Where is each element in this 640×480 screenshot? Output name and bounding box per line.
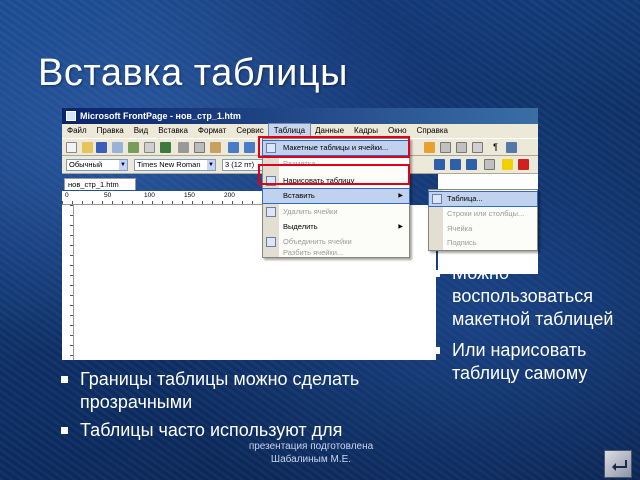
- horizontal-ruler: 0 50 100 150 200: [62, 191, 282, 205]
- menu-format[interactable]: Формат: [193, 124, 231, 138]
- ruler-tick: 50: [104, 192, 112, 199]
- return-button[interactable]: [604, 450, 632, 478]
- submenu-item-cell[interactable]: Ячейка: [429, 222, 537, 236]
- ruler-tick: 0: [65, 192, 69, 199]
- font-color-icon[interactable]: [518, 159, 529, 170]
- menu-item-select[interactable]: Выделить ▶: [263, 220, 409, 234]
- style-combo[interactable]: Обычный ▼: [66, 159, 128, 171]
- size-combo-value: 3 (12 пт): [225, 160, 255, 169]
- spelling-icon[interactable]: [160, 142, 171, 153]
- return-arrow-icon: [612, 460, 627, 471]
- undo-icon[interactable]: [228, 142, 239, 153]
- document-tab[interactable]: нов_стр_1.htm: [64, 178, 136, 190]
- insert-submenu: Таблица... Строки или столбцы... Ячейка …: [428, 189, 538, 251]
- bullets-left: Границы таблицы можно сделать прозрачным…: [60, 368, 380, 447]
- submenu-item-rows-columns[interactable]: Строки или столбцы...: [429, 207, 537, 221]
- footer-note: презентация подготовлена Шабалиным М.Е.: [248, 441, 374, 465]
- menu-item-label: Разбить ячейки...: [283, 248, 344, 257]
- menu-item-insert[interactable]: Вставить ▶: [262, 188, 410, 204]
- menu-item-label: Объединить ячейки: [283, 237, 352, 246]
- submenu-item-label: Ячейка: [447, 224, 473, 233]
- bullets-icon[interactable]: [466, 159, 477, 170]
- submenu-item-caption[interactable]: Подпись: [429, 236, 537, 250]
- submenu-item-label: Подпись: [447, 238, 477, 247]
- table-icon: [432, 194, 442, 204]
- font-combo-value: Times New Roman: [137, 160, 201, 169]
- preview-icon[interactable]: [144, 142, 155, 153]
- delete-cells-icon: [266, 207, 276, 217]
- menu-item-label: Удалить ячейки: [283, 207, 338, 216]
- frontpage-icon: [66, 111, 76, 121]
- redo-icon[interactable]: [244, 142, 255, 153]
- stop-icon[interactable]: [472, 142, 483, 153]
- show-formatting-icon[interactable]: ¶: [490, 142, 501, 153]
- bullet-marker: [61, 427, 68, 434]
- help-icon[interactable]: [506, 142, 517, 153]
- chevron-down-icon: ▼: [119, 160, 127, 170]
- open-folder-icon[interactable]: [82, 142, 93, 153]
- new-page-icon[interactable]: [66, 142, 77, 153]
- bullet-text: Границы таблицы можно сделать прозрачным…: [80, 369, 360, 412]
- refresh-icon[interactable]: [456, 142, 467, 153]
- bullet-marker: [61, 376, 68, 383]
- submenu-item-label: Таблица...: [447, 194, 483, 203]
- window-title-bar: Microsoft FrontPage - нов_стр_1.htm: [62, 108, 538, 124]
- menu-insert[interactable]: Вставка: [153, 124, 193, 138]
- menu-item-delete-cells[interactable]: Удалить ячейки: [263, 205, 409, 219]
- bullet-marker: [433, 347, 440, 354]
- highlight-icon[interactable]: [502, 159, 513, 170]
- print-icon[interactable]: [128, 142, 139, 153]
- insert-picture-icon[interactable]: [424, 142, 435, 153]
- chevron-down-icon: ▼: [207, 160, 215, 170]
- merge-cells-icon: [266, 237, 276, 247]
- bullet-text: Или нарисовать таблицу самому: [452, 340, 588, 383]
- chevron-right-icon: ▶: [398, 224, 403, 230]
- bullet-text: Таблицы часто используют для: [80, 420, 343, 440]
- highlight-box-layout-tables: [258, 136, 410, 158]
- menu-file[interactable]: Файл: [62, 124, 92, 138]
- bullets-right: Можно воспользоваться макетной таблицей …: [432, 262, 637, 390]
- menu-view[interactable]: Вид: [129, 124, 153, 138]
- ruler-tick: 100: [144, 192, 155, 199]
- menu-item-label: Вставить: [283, 191, 315, 200]
- bullet-marker: [433, 270, 440, 277]
- submenu-item-table[interactable]: Таблица...: [428, 191, 538, 207]
- menu-item-merge-cells[interactable]: Объединить ячейки: [263, 235, 409, 249]
- style-combo-value: Обычный: [69, 160, 103, 169]
- copy-icon[interactable]: [194, 142, 205, 153]
- borders-icon[interactable]: [484, 159, 495, 170]
- slide-title: Вставка таблицы: [38, 52, 348, 94]
- save-icon[interactable]: [96, 142, 107, 153]
- vertical-ruler: [62, 205, 74, 360]
- numbering-icon[interactable]: [450, 159, 461, 170]
- paste-icon[interactable]: [210, 142, 221, 153]
- submenu-item-label: Строки или столбцы...: [447, 209, 525, 218]
- align-left-icon[interactable]: [434, 159, 445, 170]
- menu-item-split-cells[interactable]: Разбить ячейки...: [263, 248, 409, 258]
- hyperlink-icon[interactable]: [440, 142, 451, 153]
- bullet-item: Или нарисовать таблицу самому: [432, 339, 637, 385]
- cut-icon[interactable]: [178, 142, 189, 153]
- bullet-item: Можно воспользоваться макетной таблицей: [432, 262, 637, 331]
- font-combo[interactable]: Times New Roman ▼: [134, 159, 216, 171]
- publish-icon[interactable]: [112, 142, 123, 153]
- menu-edit[interactable]: Правка: [92, 124, 129, 138]
- window-title: Microsoft FrontPage - нов_стр_1.htm: [80, 111, 241, 121]
- ruler-tick: 200: [224, 192, 235, 199]
- bullet-item: Таблицы часто используют для: [60, 419, 380, 442]
- bullet-text: Можно воспользоваться макетной таблицей: [452, 263, 614, 329]
- highlight-box-draw-table: [258, 164, 410, 185]
- ruler-tick: 150: [184, 192, 195, 199]
- menu-item-label: Выделить: [283, 222, 318, 231]
- chevron-right-icon: ▶: [398, 193, 403, 199]
- menu-help[interactable]: Справка: [412, 124, 453, 138]
- bullet-item: Границы таблицы можно сделать прозрачным…: [60, 368, 380, 414]
